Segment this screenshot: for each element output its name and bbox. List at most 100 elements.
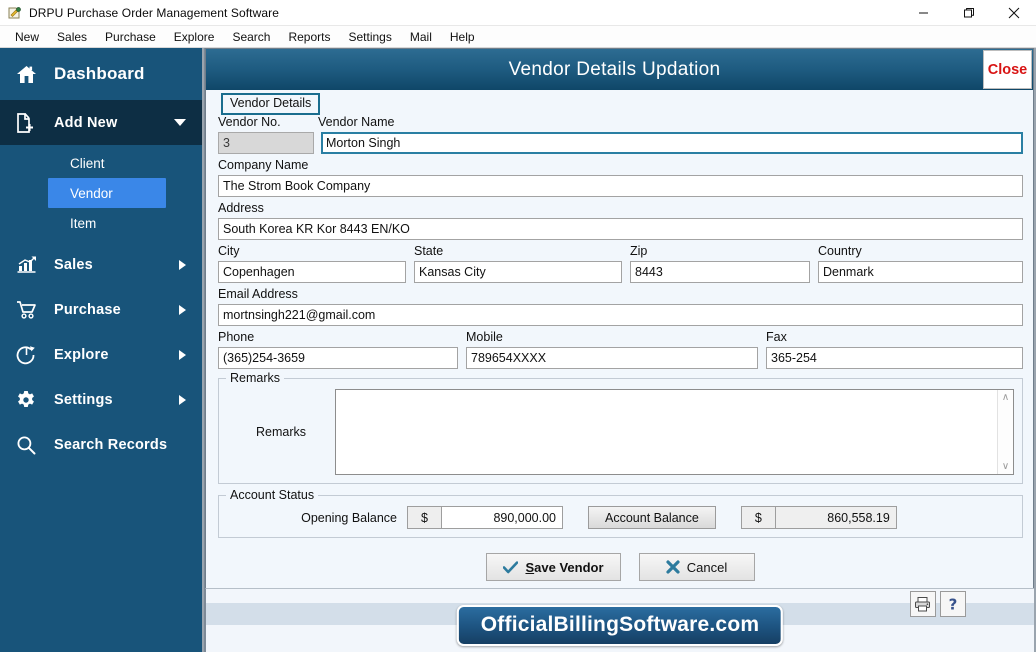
account-status-fieldset: Account Status Opening Balance $ 890,000… [218,488,1023,538]
cancel-label: Cancel [686,559,728,575]
sidebar-item-vendor[interactable]: Vendor [48,178,166,208]
menu-bar: New Sales Purchase Explore Search Report… [0,26,1036,48]
currency-symbol: $ [741,507,776,528]
vendor-no-label: Vendor No. [218,115,281,129]
close-window-button[interactable] [991,0,1036,26]
phone-label: Phone [218,330,255,344]
scroll-down-icon[interactable]: ∨ [1002,462,1009,472]
account-balance-field: $ 860,558.19 [740,506,897,529]
cancel-button[interactable]: Cancel [638,553,755,581]
chart-bar-icon [16,255,44,274]
sidebar-item-label: Vendor [70,185,113,201]
country-input[interactable]: Denmark [818,261,1023,283]
menu-item-purchase[interactable]: Purchase [96,27,165,47]
currency-symbol: $ [408,507,442,528]
city-input[interactable]: Copenhagen [218,261,406,283]
sidebar-item-label: Item [70,215,97,231]
menu-item-explore[interactable]: Explore [165,27,224,47]
brand-badge: OfficialBillingSoftware.com [456,605,784,646]
maximize-button[interactable] [946,0,991,26]
save-label-rest: ave Vendor [534,559,604,575]
question-mark-icon[interactable]: ? [940,591,966,617]
mobile-label: Mobile [466,330,503,344]
menu-item-new[interactable]: New [6,27,48,47]
svg-text:?: ? [949,596,958,614]
cross-icon [666,560,680,574]
sidebar-item-add-new[interactable]: Add New [0,100,202,145]
contact-inputs-row: (365)254-3659 789654XXXX 365-254 [218,347,1023,369]
remarks-scrollbar[interactable]: ∧ ∨ [997,390,1013,474]
window-controls [901,0,1036,26]
remarks-textarea[interactable]: ∧ ∨ [335,389,1014,475]
app-body: Dashboard Add New Client Vendor Item Sal… [0,48,1036,652]
email-group: Email Address mortnsingh221@gmail.com [218,287,1023,326]
gear-icon [16,390,44,410]
vendor-no-input: 3 [218,132,314,154]
address-label: Address [218,201,264,215]
close-button[interactable]: Close [983,50,1032,89]
remarks-label: Remarks [255,425,306,439]
zip-input[interactable]: 8443 [630,261,810,283]
sidebar-item-sales[interactable]: Sales [0,242,202,287]
vendor-name-input[interactable]: Morton Singh [321,132,1023,154]
account-balance-button[interactable]: Account Balance [588,506,716,529]
menu-item-reports[interactable]: Reports [279,27,339,47]
opening-balance-field[interactable]: $ 890,000.00 [407,506,563,529]
home-icon [16,65,44,84]
fax-input[interactable]: 365-254 [766,347,1023,369]
window-title-bar: DRPU Purchase Order Management Software [0,0,1036,26]
zip-label: Zip [630,244,648,258]
company-name-group: Company Name The Strom Book Company [218,158,1023,197]
remarks-legend: Remarks [226,371,285,385]
sidebar-item-label: Dashboard [54,64,145,83]
menu-item-mail[interactable]: Mail [401,27,441,47]
menu-item-sales[interactable]: Sales [48,27,96,47]
sidebar-item-item[interactable]: Item [0,208,202,238]
state-input[interactable]: Kansas City [414,261,622,283]
email-input[interactable]: mortnsingh221@gmail.com [218,304,1023,326]
save-vendor-button[interactable]: Save Vendor [486,553,621,581]
page-title: Vendor Details Updation [508,58,721,80]
sidebar-item-client[interactable]: Client [0,148,202,178]
sidebar-item-label: Add New [54,114,118,131]
chevron-right-icon [179,304,186,315]
sidebar-item-label: Sales [54,256,93,273]
contact-labels-row: Phone Mobile Fax [218,330,1023,347]
document-add-icon [16,112,44,133]
printer-icon[interactable] [910,591,936,617]
remarks-fieldset: Remarks Remarks ∧ ∨ [218,371,1023,484]
menu-item-help[interactable]: Help [441,27,484,47]
menu-item-search[interactable]: Search [223,27,279,47]
sidebar-item-label: Search Records [54,436,168,453]
sidebar-item-dashboard[interactable]: Dashboard [0,48,202,100]
scroll-up-icon[interactable]: ∧ [1002,393,1009,403]
footer: ? OfficialBillingSoftware.com [205,588,1034,652]
sidebar-item-purchase[interactable]: Purchase [0,287,202,332]
sidebar-submenu-add-new: Client Vendor Item [0,145,202,242]
panel-header: Vendor Details Updation Close [206,49,1033,90]
sidebar-item-settings[interactable]: Settings [0,377,202,422]
vendor-identity-row: Vendor No. Vendor Name [218,115,1023,132]
phone-input[interactable]: (365)254-3659 [218,347,458,369]
vendor-details-form: Vendor Details Vendor No. Vendor Name 3 … [206,90,1033,588]
mobile-input[interactable]: 789654XXXX [466,347,758,369]
main-panel: Vendor Details Updation Close Vendor Det… [204,48,1036,652]
pie-chart-icon [16,345,44,365]
sidebar-item-explore[interactable]: Explore [0,332,202,377]
shopping-cart-icon [16,300,44,319]
address-input[interactable]: South Korea KR Kor 8443 EN/KO [218,218,1023,240]
fax-label: Fax [766,330,787,344]
minimize-button[interactable] [901,0,946,26]
sidebar: Dashboard Add New Client Vendor Item Sal… [0,48,204,652]
sidebar-item-search-records[interactable]: Search Records [0,422,202,467]
address-group: Address South Korea KR Kor 8443 EN/KO [218,201,1023,240]
chevron-right-icon [179,349,186,360]
sidebar-item-label: Client [70,155,105,171]
tab-vendor-details[interactable]: Vendor Details [221,93,321,115]
opening-balance-value[interactable]: 890,000.00 [442,507,562,528]
vendor-form-window: Vendor Details Updation Close Vendor Det… [205,48,1034,588]
tab-strip: Vendor Details [218,93,1023,115]
company-name-input[interactable]: The Strom Book Company [218,175,1023,197]
company-name-label: Company Name [218,158,309,172]
menu-item-settings[interactable]: Settings [340,27,401,47]
